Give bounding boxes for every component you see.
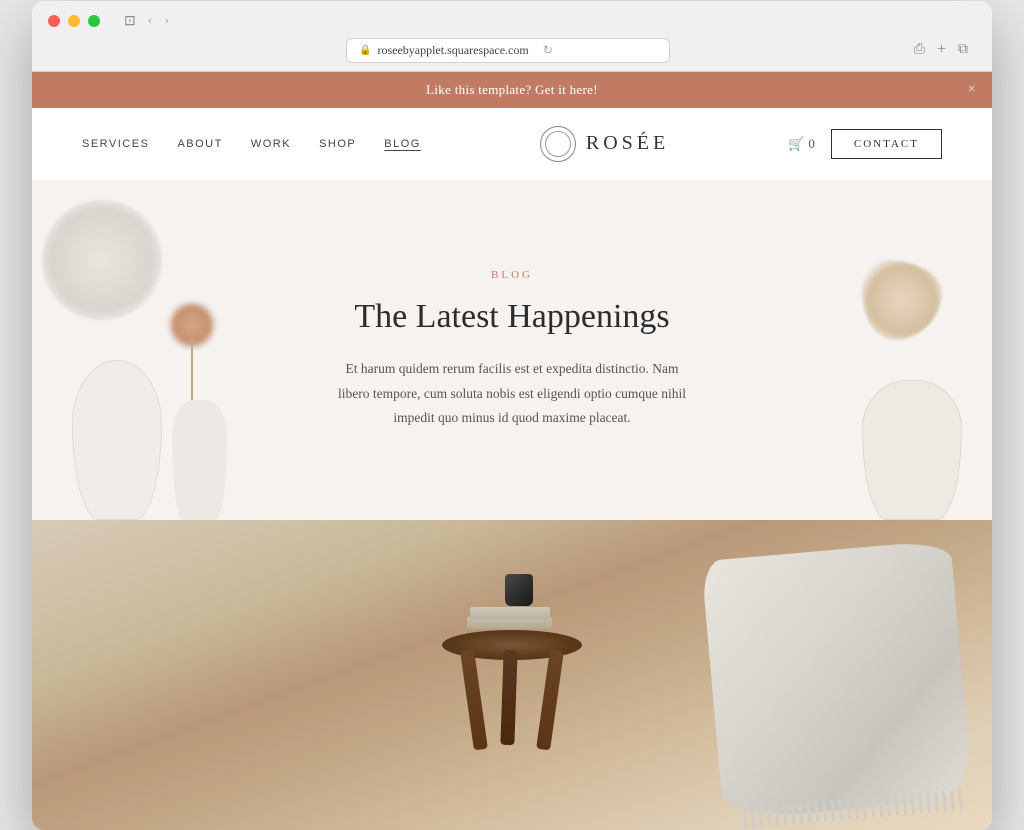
nav-item-services[interactable]: SERVICES bbox=[82, 138, 149, 150]
hero-label: BLOG bbox=[332, 269, 692, 281]
flower-stem bbox=[191, 340, 193, 400]
right-decor bbox=[742, 180, 992, 520]
reload-icon[interactable]: ↻ bbox=[543, 43, 553, 58]
website-content: Like this template? Get it here! × SERVI… bbox=[32, 72, 992, 830]
hydrangea-decoration bbox=[42, 200, 162, 320]
dried-flowers-left bbox=[152, 300, 232, 400]
close-dot[interactable] bbox=[48, 15, 60, 27]
address-bar-row: 🔒 roseebyapplet.squarespace.com ↻ ⎙ + ⧉ bbox=[48, 38, 976, 63]
stool-leg-center bbox=[500, 649, 517, 744]
nav-item-shop[interactable]: SHOP bbox=[319, 138, 356, 150]
nav-left: SERVICES ABOUT WORK SHOP BLOG bbox=[82, 138, 421, 150]
blog-image-section bbox=[32, 520, 992, 830]
forward-arrow-icon[interactable]: › bbox=[164, 13, 169, 29]
contact-button[interactable]: CONTACT bbox=[831, 129, 942, 159]
nav-item-work[interactable]: WORK bbox=[251, 138, 291, 150]
copy-icon[interactable]: ⧉ bbox=[958, 42, 968, 58]
hero-section: BLOG The Latest Happenings Et harum quid… bbox=[32, 180, 992, 520]
lock-icon: 🔒 bbox=[359, 45, 371, 56]
browser-nav: ⊡ ‹ › bbox=[124, 13, 169, 30]
cart-count: 0 bbox=[808, 136, 815, 152]
new-tab-icon[interactable]: + bbox=[937, 41, 946, 59]
stool-decor bbox=[442, 630, 582, 750]
window-icon: ⊡ bbox=[124, 13, 136, 30]
announcement-banner: Like this template? Get it here! × bbox=[32, 72, 992, 108]
logo-circle-icon bbox=[540, 126, 576, 162]
nav-right: 🛒 0 CONTACT bbox=[788, 129, 942, 159]
cart-icon-symbol: 🛒 bbox=[788, 136, 804, 152]
nav-center-logo: ROSÉE bbox=[421, 126, 788, 162]
nav-item-blog[interactable]: BLOG bbox=[384, 138, 421, 150]
books-decor bbox=[467, 612, 557, 632]
left-decor bbox=[32, 180, 352, 520]
address-bar[interactable]: 🔒 roseebyapplet.squarespace.com ↻ bbox=[346, 38, 670, 63]
hero-title: The Latest Happenings bbox=[332, 297, 692, 338]
share-icon[interactable]: ⎙ bbox=[914, 42, 925, 58]
minimize-dot[interactable] bbox=[68, 15, 80, 27]
nav-item-about[interactable]: ABOUT bbox=[177, 138, 222, 150]
banner-text: Like this template? Get it here! bbox=[426, 82, 598, 97]
dried-right bbox=[862, 260, 942, 380]
book-2 bbox=[470, 607, 550, 619]
cart-button[interactable]: 🛒 0 bbox=[788, 136, 815, 152]
stool-leg-right bbox=[536, 649, 564, 750]
room-scene bbox=[32, 520, 992, 830]
hero-description: Et harum quidem rerum facilis est et exp… bbox=[332, 357, 692, 430]
cup-decor bbox=[505, 574, 533, 606]
back-arrow-icon[interactable]: ‹ bbox=[148, 13, 153, 29]
stool-leg-left bbox=[460, 649, 488, 750]
main-nav: SERVICES ABOUT WORK SHOP BLOG ROSÉE 🛒 0 … bbox=[32, 108, 992, 180]
blanket-decor bbox=[701, 539, 973, 820]
banner-close-button[interactable]: × bbox=[968, 82, 976, 98]
browser-window: ⊡ ‹ › 🔒 roseebyapplet.squarespace.com ↻ … bbox=[32, 1, 992, 830]
browser-controls: ⊡ ‹ › bbox=[48, 13, 976, 30]
dried-right-bunch bbox=[862, 260, 942, 340]
maximize-dot[interactable] bbox=[88, 15, 100, 27]
browser-chrome: ⊡ ‹ › 🔒 roseebyapplet.squarespace.com ↻ … bbox=[32, 1, 992, 72]
hero-content: BLOG The Latest Happenings Et harum quid… bbox=[312, 229, 712, 471]
vase-right-1 bbox=[862, 380, 962, 520]
logo-text[interactable]: ROSÉE bbox=[586, 132, 669, 155]
url-text: roseebyapplet.squarespace.com bbox=[377, 43, 528, 58]
vase-1 bbox=[72, 360, 162, 520]
vase-2 bbox=[172, 400, 227, 520]
